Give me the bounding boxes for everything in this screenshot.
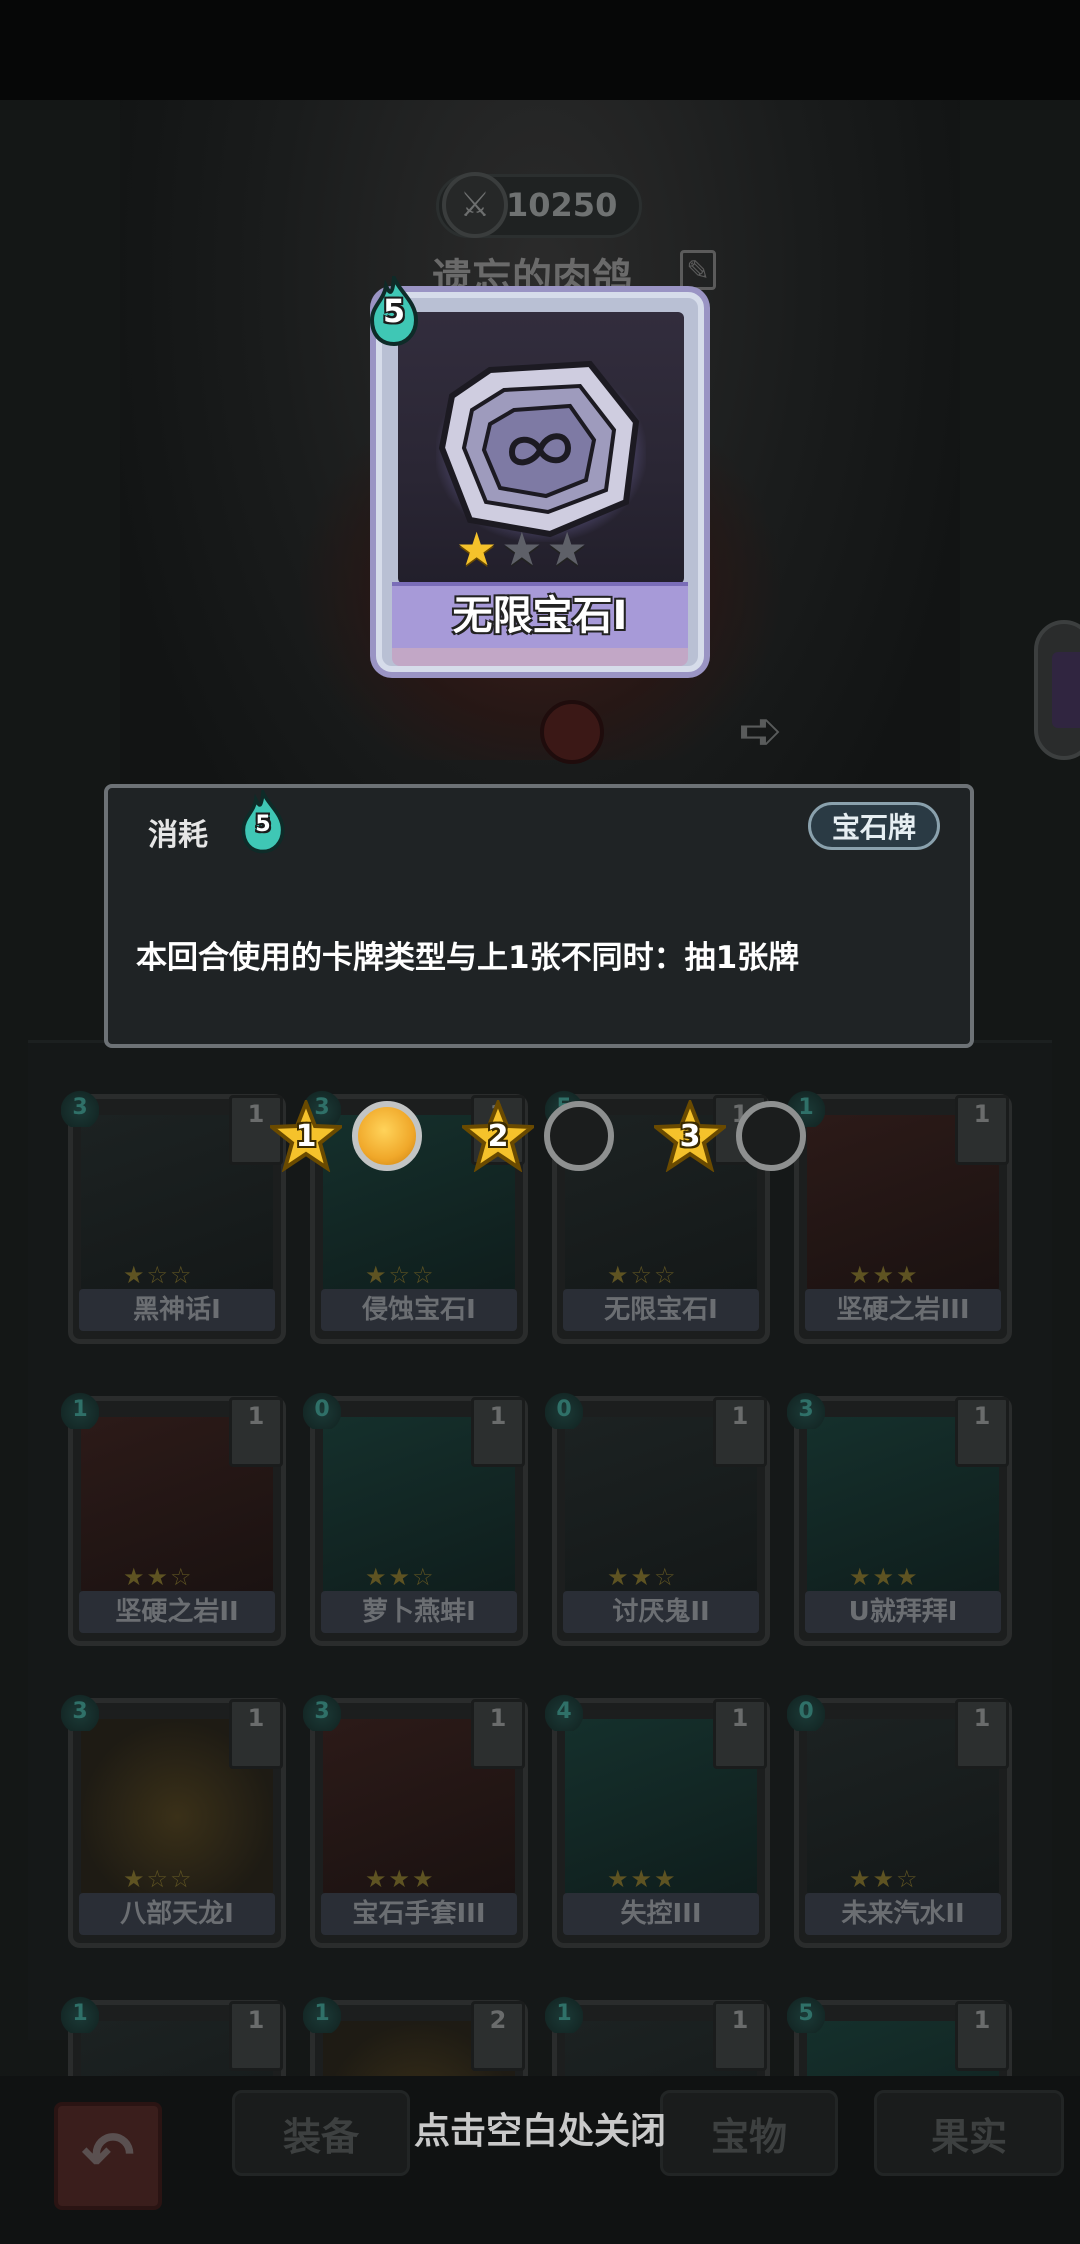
star-filled-icon: ★ [456, 522, 498, 576]
monster-eye [540, 700, 604, 764]
progress-slot-empty [736, 1101, 806, 1171]
deck-card-cost: 1 [61, 1387, 99, 1429]
deck-card-stars: ★★★ [365, 1865, 436, 1893]
featured-card-footer [392, 648, 688, 666]
deck-card-count: 1 [955, 1095, 1009, 1165]
deck-card-name: 萝卜燕蚌I [321, 1591, 517, 1633]
deck-card-name: 讨厌鬼II [563, 1591, 759, 1633]
deck-card-name: 黑神话I [79, 1289, 275, 1331]
deck-card-name: 无限宝石I [563, 1289, 759, 1331]
score-value: 10250 [506, 186, 618, 224]
deck-card-count: 2 [471, 2001, 525, 2071]
deck-card-name: 失控III [563, 1893, 759, 1935]
deck-card-count: 1 [955, 1397, 1009, 1467]
deck-card-stars: ★☆☆ [123, 1261, 194, 1289]
back-arrow-icon: ↶ [81, 2119, 135, 2193]
deck-card-stars: ★★☆ [365, 1563, 436, 1591]
deck-card-stars: ★☆☆ [607, 1261, 678, 1289]
deck-card-cost: 0 [545, 1387, 583, 1429]
deck-card-count: 1 [229, 1699, 283, 1769]
deck-card-count: 1 [229, 1397, 283, 1467]
status-bar-area [0, 0, 1080, 100]
close-hint[interactable]: 点击空白处关闭 [340, 2102, 740, 2162]
deck-card-cost: 3 [787, 1387, 825, 1429]
deck-card-stars: ★★★ [849, 1261, 920, 1289]
deck-card-cost: 3 [61, 1085, 99, 1127]
deck-card-cost: 1 [303, 1991, 341, 2033]
star-empty-icon: ★ [546, 522, 588, 576]
infinity-gem-icon [438, 360, 640, 538]
deck-card-count: 1 [713, 1699, 767, 1769]
arrow-right-icon: ➪ [738, 699, 784, 762]
deck-card[interactable]: ★★★ U就拜拜I 3 1 [787, 1387, 1012, 1646]
deck-card-cost: 0 [303, 1387, 341, 1429]
side-menu-thumbnail [1052, 652, 1080, 728]
cost-label: 消耗 [148, 818, 208, 853]
deck-card-count: 1 [955, 1699, 1009, 1769]
deck-card-cost: 1 [61, 1991, 99, 2033]
progress-step-number: 1 [295, 1119, 317, 1154]
edit-icon[interactable]: ✎ [680, 250, 716, 290]
deck-card-name: 坚硬之岩II [79, 1591, 275, 1633]
deck-card-cost: 3 [303, 1689, 341, 1731]
progress-slot-empty [544, 1101, 614, 1171]
progress-slot-filled [352, 1101, 422, 1171]
deck-card-name: 侵蚀宝石I [321, 1289, 517, 1331]
deck-card[interactable]: ★☆☆ 八部天龙I 3 1 [61, 1689, 286, 1948]
deck-card[interactable]: ★★☆ 未来汽水II 0 1 [787, 1689, 1012, 1948]
deck-card-stars: ★★★ [849, 1563, 920, 1591]
deck-card-cost: 0 [787, 1689, 825, 1731]
deck-card-cost: 4 [545, 1689, 583, 1731]
deck-card-name: 宝石手套III [321, 1893, 517, 1935]
deck-card-stars: ★☆☆ [123, 1865, 194, 1893]
deck-card[interactable]: ★☆☆ 黑神话I 3 1 [61, 1085, 286, 1344]
deck-card-cost: 5 [787, 1991, 825, 2033]
deck-card[interactable]: ★★☆ 讨厌鬼II 0 1 [545, 1387, 770, 1646]
featured-card-stars: ★ ★ ★ [456, 524, 626, 574]
card-type-badge: 宝石牌 [808, 802, 940, 850]
deck-card[interactable]: ★★★ 宝石手套III 3 1 [303, 1689, 528, 1948]
deck-card-stars: ★★☆ [607, 1563, 678, 1591]
deck-card-stars: ★★☆ [849, 1865, 920, 1893]
deck-card-count: 1 [955, 2001, 1009, 2071]
progress-step-number: 2 [487, 1119, 509, 1154]
card-description: 本回合使用的卡牌类型与上1张不同时：抽1张牌 [136, 940, 800, 976]
deck-card[interactable]: ★★☆ 萝卜燕蚌I 0 1 [303, 1387, 528, 1646]
deck-card-name: 未来汽水II [805, 1893, 1001, 1935]
deck-card-count: 1 [471, 1397, 525, 1467]
tab-fruit[interactable]: 果实 [874, 2090, 1064, 2176]
deck-card-cost: 1 [545, 1991, 583, 2033]
progress-step-number: 3 [679, 1119, 701, 1154]
deck-card-stars: ★★★ [607, 1865, 678, 1893]
deck-card-name: U就拜拜I [805, 1591, 1001, 1633]
deck-card-count: 1 [713, 1397, 767, 1467]
deck-card[interactable]: ★★★ 坚硬之岩III 1 1 [787, 1085, 1012, 1344]
deck-card[interactable]: ★★★ 失控III 4 1 [545, 1689, 770, 1948]
deck-card-name: 坚硬之岩III [805, 1289, 1001, 1331]
deck-card-name: 八部天龙I [79, 1893, 275, 1935]
star-empty-icon: ★ [501, 522, 543, 576]
back-button[interactable]: ↶ [54, 2102, 162, 2210]
deck-card-cost: 3 [61, 1689, 99, 1731]
deck-card-stars: ★☆☆ [365, 1261, 436, 1289]
deck-card[interactable]: ★★☆ 坚硬之岩II 1 1 [61, 1387, 286, 1646]
deck-card-stars: ★★☆ [123, 1563, 194, 1591]
deck-card-count: 1 [229, 2001, 283, 2071]
sword-icon: ⚔ [442, 172, 508, 238]
cost-value: 5 [255, 812, 271, 837]
featured-card-name: 无限宝石I [452, 593, 628, 639]
featured-card-cost: 5 [382, 292, 406, 330]
deck-card-count: 1 [471, 1699, 525, 1769]
deck-card-count: 1 [713, 2001, 767, 2071]
